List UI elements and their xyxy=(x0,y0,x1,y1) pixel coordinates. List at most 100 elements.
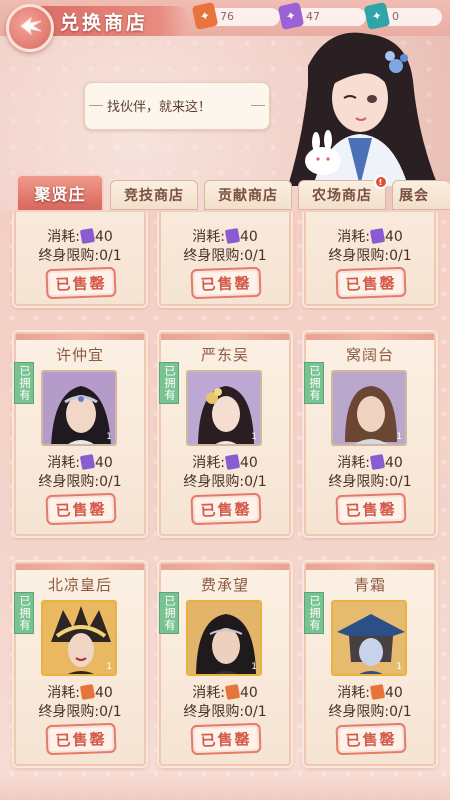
purple-token-icon xyxy=(79,227,96,245)
cost-label: 消耗: xyxy=(337,455,370,471)
cost-label: 消耗: xyxy=(47,685,80,701)
sold-out-button[interactable]: 已售罄 xyxy=(190,492,262,526)
sold-out-button[interactable]: 已售罄 xyxy=(335,266,407,300)
character-portrait: 1 xyxy=(186,370,262,446)
item-card[interactable]: 费承望 已拥有 1 消耗: 40 终身限购:0/1 已售罄 xyxy=(159,562,291,766)
card-header-strip xyxy=(16,334,144,340)
orange-token-icon: ✦ xyxy=(191,1,219,31)
tab-exhibition[interactable]: 展会 xyxy=(392,180,450,210)
currency-value: 0 xyxy=(392,10,399,23)
character-portrait: 1 xyxy=(41,600,117,676)
item-card[interactable]: 北凉皇后 已拥有 1 消耗: 40 终身限购:0/1 已售罄 xyxy=(14,562,146,766)
sold-out-button[interactable]: 已售罄 xyxy=(190,266,262,300)
tab-juxianzhuang[interactable]: 聚贤庄 xyxy=(16,174,104,212)
item-card[interactable]: 许仲宜 已拥有 1 消耗: 40 终身限购:0/1 已售罄 xyxy=(14,332,146,536)
item-card[interactable]: 严东吴 已拥有 1 消耗: 40 终身限购:0/1 已售罄 xyxy=(159,332,291,536)
tab-label: 聚贤庄 xyxy=(34,185,86,204)
cost-label: 消耗: xyxy=(192,455,225,471)
portrait-count: 1 xyxy=(106,432,112,442)
card-header-strip xyxy=(161,334,289,340)
back-button[interactable] xyxy=(6,4,54,52)
cost-value: 40 xyxy=(239,229,258,245)
tab-label: 竞技商店 xyxy=(124,188,184,204)
sold-out-button[interactable]: 已售罄 xyxy=(335,722,407,756)
item-name: 严东吴 xyxy=(200,346,249,364)
shop-tabs: 聚贤庄 竞技商店 贡献商店 农场商店 ! 展会 xyxy=(0,172,450,212)
character-portrait: 1 xyxy=(331,600,407,676)
tab-contribution-shop[interactable]: 贡献商店 xyxy=(204,180,292,210)
portrait-count: 1 xyxy=(251,662,257,672)
purple-token-icon xyxy=(369,227,386,245)
cost-value: 40 xyxy=(239,455,258,471)
sold-out-button[interactable]: 已售罄 xyxy=(335,492,407,526)
item-cost: 消耗: 40 xyxy=(16,682,144,702)
orange-token-icon xyxy=(224,683,241,701)
npc-speech-text: 找伙伴，就来这！ xyxy=(107,100,212,115)
item-card[interactable]: 消耗: 40 终身限购:0/1 已售罄 xyxy=(159,212,291,306)
item-cost: 消耗: 40 xyxy=(306,452,434,472)
owned-badge: 已拥有 xyxy=(14,362,34,404)
orange-token-icon xyxy=(79,683,96,701)
currency-value: 47 xyxy=(306,10,320,23)
portrait-count: 1 xyxy=(251,432,257,442)
purchase-limit: 终身限购:0/1 xyxy=(183,248,267,264)
item-name: 窝阔台 xyxy=(345,346,394,364)
cost-value: 40 xyxy=(384,455,403,471)
cost-label: 消耗: xyxy=(337,229,370,245)
currency-value: 76 xyxy=(220,10,234,23)
purchase-limit: 终身限购:0/1 xyxy=(183,474,267,490)
cost-label: 消耗: xyxy=(192,685,225,701)
sold-out-button[interactable]: 已售罄 xyxy=(45,266,117,300)
purple-token-icon xyxy=(79,453,96,471)
owned-badge: 已拥有 xyxy=(159,362,179,404)
character-portrait: 1 xyxy=(331,370,407,446)
currency-teal[interactable]: ✦ 0 xyxy=(363,1,442,31)
owned-badge: 已拥有 xyxy=(14,592,34,634)
card-header-strip xyxy=(306,334,434,340)
item-card[interactable]: 消耗: 40 终身限购:0/1 已售罄 xyxy=(304,212,436,306)
portrait-count: 1 xyxy=(106,662,112,672)
item-card[interactable]: 窝阔台 已拥有 1 消耗: 40 终身限购:0/1 已售罄 xyxy=(304,332,436,536)
item-card[interactable]: 消耗: 40 终身限购:0/1 已售罄 xyxy=(14,212,146,306)
bottom-fade xyxy=(0,772,450,800)
cost-value: 40 xyxy=(94,455,113,471)
tab-farm-shop[interactable]: 农场商店 ! xyxy=(298,175,388,210)
page-title: 兑换商店 xyxy=(60,12,149,34)
item-cost: 消耗: 40 xyxy=(306,226,434,246)
item-cost: 消耗: 40 xyxy=(161,226,289,246)
divider xyxy=(89,105,103,106)
cost-value: 40 xyxy=(384,685,403,701)
purple-token-icon xyxy=(224,227,241,245)
purchase-limit: 终身限购:0/1 xyxy=(38,704,122,720)
cost-value: 40 xyxy=(239,685,258,701)
sold-out-button[interactable]: 已售罄 xyxy=(190,722,262,756)
item-name: 青霜 xyxy=(353,576,386,594)
notification-badge-icon: ! xyxy=(374,175,388,189)
tab-label: 展会 xyxy=(399,188,429,204)
purchase-limit: 终身限购:0/1 xyxy=(183,704,267,720)
cost-label: 消耗: xyxy=(192,229,225,245)
orange-token-icon xyxy=(369,683,386,701)
character-portrait: 1 xyxy=(186,600,262,676)
divider xyxy=(251,105,265,106)
item-name: 北凉皇后 xyxy=(47,576,112,594)
currency-purple[interactable]: ✦ 47 xyxy=(277,1,366,31)
owned-badge: 已拥有 xyxy=(304,592,324,634)
currency-orange[interactable]: ✦ 76 xyxy=(191,1,280,31)
tab-label: 农场商店 xyxy=(312,188,372,204)
npc-character[interactable] xyxy=(268,26,450,186)
purchase-limit: 终身限购:0/1 xyxy=(328,474,412,490)
owned-badge: 已拥有 xyxy=(304,362,324,404)
back-arrow-icon xyxy=(17,15,43,42)
npc-speech-bubble: 找伙伴，就来这！ xyxy=(84,82,270,130)
sold-out-button[interactable]: 已售罄 xyxy=(45,722,117,756)
item-card[interactable]: 青霜 已拥有 1 消耗: 40 终身限购:0/1 已售罄 xyxy=(304,562,436,766)
portrait-count: 1 xyxy=(396,432,402,442)
sold-out-button[interactable]: 已售罄 xyxy=(45,492,117,526)
purple-token-icon xyxy=(224,453,241,471)
tab-arena-shop[interactable]: 竞技商店 xyxy=(110,180,198,210)
cost-label: 消耗: xyxy=(47,455,80,471)
cost-label: 消耗: xyxy=(47,229,80,245)
cost-value: 40 xyxy=(94,685,113,701)
item-name: 许仲宜 xyxy=(55,346,104,364)
